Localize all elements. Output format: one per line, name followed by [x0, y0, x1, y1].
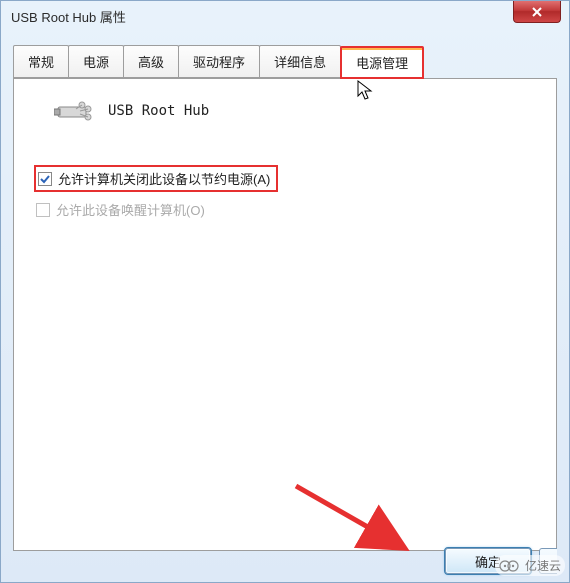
properties-window: USB Root Hub 属性 常规 电源 高级 驱动程序 详细信息 电源管理: [0, 0, 570, 583]
checkbox-allow-wake-row: 允许此设备唤醒计算机(O): [34, 198, 211, 221]
window-title: USB Root Hub 属性: [11, 7, 126, 26]
tab-advanced[interactable]: 高级: [123, 45, 179, 78]
tab-power-management[interactable]: 电源管理: [340, 46, 424, 79]
checkbox-allow-shutdown[interactable]: [38, 172, 52, 186]
tab-power[interactable]: 电源: [68, 45, 124, 78]
watermark-icon: [499, 559, 521, 573]
watermark: 亿速云: [495, 555, 565, 576]
tab-details[interactable]: 详细信息: [259, 45, 341, 78]
checkbox-allow-wake: [36, 203, 50, 217]
checkbox-allow-shutdown-row[interactable]: 允许计算机关闭此设备以节约电源(A): [34, 165, 278, 192]
device-header: USB Root Hub: [54, 97, 540, 125]
checkbox-allow-shutdown-label: 允许计算机关闭此设备以节约电源(A): [58, 169, 270, 188]
usb-hub-icon: [54, 97, 94, 125]
device-name: USB Root Hub: [108, 103, 209, 119]
tabstrip: 常规 电源 高级 驱动程序 详细信息 电源管理: [13, 45, 557, 78]
tab-panel: USB Root Hub 允许计算机关闭此设备以节约电源(A) 允许此设备唤醒计…: [13, 78, 557, 551]
close-icon: [531, 6, 543, 18]
titlebar[interactable]: USB Root Hub 属性: [1, 1, 569, 31]
tab-active-highlight: [342, 48, 422, 50]
checkbox-allow-wake-label: 允许此设备唤醒计算机(O): [56, 200, 205, 219]
tab-general[interactable]: 常规: [13, 45, 69, 78]
checkmark-icon: [40, 174, 50, 184]
tab-driver[interactable]: 驱动程序: [178, 45, 260, 78]
close-button[interactable]: [513, 1, 561, 23]
